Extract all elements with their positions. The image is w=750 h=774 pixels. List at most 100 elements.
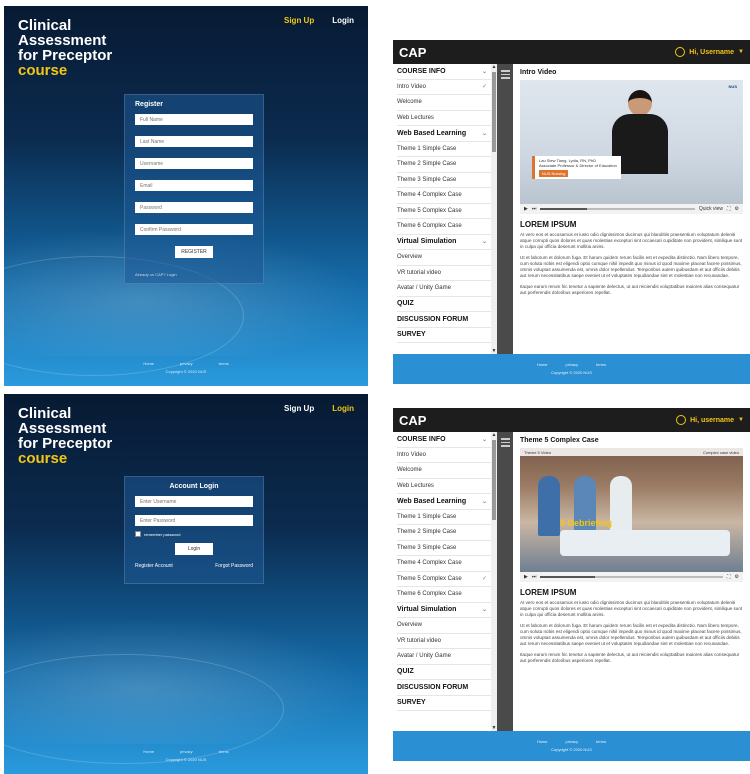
fullscreen-icon[interactable]: ⛶: [727, 206, 731, 212]
login-prompt-link[interactable]: Already on CAP? Login: [135, 272, 253, 277]
sidebar-item[interactable]: Theme 6 Complex Case: [397, 587, 491, 603]
next-icon[interactable]: ⏭: [532, 206, 537, 212]
password-field[interactable]: [135, 515, 253, 526]
sidebar-item[interactable]: VR tutorial video: [397, 634, 491, 649]
sidebar-item[interactable]: Theme 2 Simple Case: [397, 157, 491, 173]
sidebar-item[interactable]: Theme 4 Complex Case: [397, 188, 491, 204]
email-field[interactable]: [135, 180, 253, 191]
sidebar-section[interactable]: Web Based Learning ⌄: [397, 126, 491, 142]
sidebar-scrollbar[interactable]: ▲ ▼: [491, 64, 497, 354]
sidebar-section[interactable]: QUIZ: [397, 297, 491, 312]
sidebar-item[interactable]: Intro Video ✓: [397, 80, 491, 95]
sidebar-item[interactable]: Theme 1 Simple Case: [397, 510, 491, 525]
sidebar-item-label: Theme 5 Complex Case: [397, 207, 462, 214]
settings-icon[interactable]: ⚙: [735, 206, 739, 212]
video-player[interactable]: Theme 5 Video Complex case video 5 Debri…: [520, 448, 743, 572]
signup-link[interactable]: Sign Up: [284, 404, 314, 413]
sidebar-item[interactable]: Theme 2 Simple Case: [397, 525, 491, 541]
sidebar-item[interactable]: Overview: [397, 618, 491, 634]
login-button[interactable]: Login: [175, 543, 213, 555]
register-account-link[interactable]: Register Account: [135, 563, 173, 569]
sidebar-item[interactable]: Theme 4 Complex Case: [397, 556, 491, 572]
register-button[interactable]: REGISTER: [175, 246, 213, 258]
fullscreen-icon[interactable]: ⛶: [727, 574, 731, 580]
signup-link[interactable]: Sign Up: [284, 16, 314, 25]
footer-privacy-link[interactable]: privacy: [566, 739, 579, 744]
play-icon[interactable]: ▶: [524, 574, 528, 580]
sidebar-section[interactable]: QUIZ: [397, 665, 491, 680]
lorem-paragraph: At vero eos et accusamus et iusto odio d…: [520, 232, 743, 249]
footer-home-link[interactable]: Home: [143, 749, 154, 754]
sidebar-section[interactable]: SURVEY: [397, 328, 491, 343]
sidebar-item[interactable]: Theme 6 Complex Case: [397, 219, 491, 235]
password-field[interactable]: [135, 202, 253, 213]
scroll-up-icon[interactable]: ▲: [491, 64, 497, 70]
footer-privacy-link[interactable]: privacy: [180, 749, 193, 754]
sidebar-item[interactable]: Welcome: [397, 463, 491, 479]
scroll-up-icon[interactable]: ▲: [491, 432, 497, 438]
remember-checkbox[interactable]: [135, 531, 141, 537]
sidebar-item-label: Theme 1 Simple Case: [397, 513, 457, 520]
sidebar-section[interactable]: Virtual Simulation ⌄: [397, 235, 491, 250]
sidebar-section[interactable]: SURVEY: [397, 696, 491, 711]
scroll-thumb[interactable]: [492, 440, 496, 520]
sidebar-section[interactable]: DISCUSSION FORUM: [397, 680, 491, 696]
user-menu[interactable]: Hi, Username ▼: [675, 47, 744, 57]
sidebar-section[interactable]: COURSE INFO ⌄: [397, 64, 491, 80]
sidebar-section[interactable]: COURSE INFO ⌄: [397, 432, 491, 448]
brand-line-course: course: [18, 450, 68, 467]
user-menu[interactable]: Hi, username ▼: [676, 415, 744, 425]
sidebar-item[interactable]: Theme 3 Simple Case: [397, 173, 491, 188]
scroll-thumb[interactable]: [492, 72, 496, 152]
footer-home-link[interactable]: Home: [537, 739, 548, 744]
auth-footer: Home privacy terms Copyright © 2020 NUS: [4, 361, 368, 374]
remember-password[interactable]: remember password: [135, 531, 253, 537]
sidebar-item[interactable]: Theme 1 Simple Case: [397, 142, 491, 157]
sidebar-item[interactable]: Web Lectures: [397, 111, 491, 126]
footer-privacy-link[interactable]: privacy: [566, 362, 579, 367]
hamburger-icon[interactable]: [500, 68, 510, 79]
sidebar-item[interactable]: Intro Video: [397, 448, 491, 463]
sidebar-section[interactable]: Web Based Learning ⌄: [397, 494, 491, 510]
footer-terms-link[interactable]: terms: [219, 749, 229, 754]
footer-terms-link[interactable]: terms: [596, 362, 606, 367]
sidebar-item[interactable]: VR tutorial video: [397, 266, 491, 281]
footer-privacy-link[interactable]: privacy: [180, 361, 193, 366]
play-icon[interactable]: ▶: [524, 206, 528, 212]
video-logo: NUS: [728, 84, 737, 89]
quality-label[interactable]: Quick view: [699, 206, 723, 212]
footer-terms-link[interactable]: terms: [219, 361, 229, 366]
login-link[interactable]: Login: [332, 16, 354, 25]
sidebar-item[interactable]: Theme 5 Complex Case: [397, 204, 491, 219]
sidebar-section[interactable]: DISCUSSION FORUM: [397, 312, 491, 328]
full-name-field[interactable]: [135, 114, 253, 125]
app-logo[interactable]: CAP: [399, 45, 426, 60]
app-logo[interactable]: CAP: [399, 413, 426, 428]
video-progress[interactable]: [540, 208, 695, 210]
sidebar-section[interactable]: Virtual Simulation ⌄: [397, 603, 491, 618]
sidebar-item[interactable]: Welcome: [397, 95, 491, 111]
video-progress[interactable]: [540, 576, 723, 578]
confirm-password-field[interactable]: [135, 224, 253, 235]
next-icon[interactable]: ⏭: [532, 574, 537, 580]
sidebar-item[interactable]: Web Lectures: [397, 479, 491, 494]
sidebar-item[interactable]: Theme 5 Complex Case ✓: [397, 572, 491, 587]
sidebar-scrollbar[interactable]: ▲ ▼: [491, 432, 497, 731]
video-player[interactable]: NUS Lau Siew Tiang, Lydia, RN, PhD Assoc…: [520, 80, 743, 204]
last-name-field[interactable]: [135, 136, 253, 147]
sidebar-item[interactable]: Theme 3 Simple Case: [397, 541, 491, 556]
username-field[interactable]: [135, 496, 253, 507]
forgot-password-link[interactable]: Forgot Password: [215, 563, 253, 569]
footer-terms-link[interactable]: terms: [596, 739, 606, 744]
user-icon: [676, 415, 687, 425]
username-field[interactable]: [135, 158, 253, 169]
settings-icon[interactable]: ⚙: [735, 574, 739, 580]
sidebar-item[interactable]: Overview: [397, 250, 491, 266]
copyright: Copyright © 2020 NUS: [165, 369, 207, 374]
login-link[interactable]: Login: [332, 404, 354, 413]
sidebar-item[interactable]: Avatar / Unity Game: [397, 649, 491, 665]
hamburger-icon[interactable]: [500, 436, 510, 447]
sidebar-item[interactable]: Avatar / Unity Game: [397, 281, 491, 297]
footer-home-link[interactable]: Home: [143, 361, 154, 366]
footer-home-link[interactable]: Home: [537, 362, 548, 367]
